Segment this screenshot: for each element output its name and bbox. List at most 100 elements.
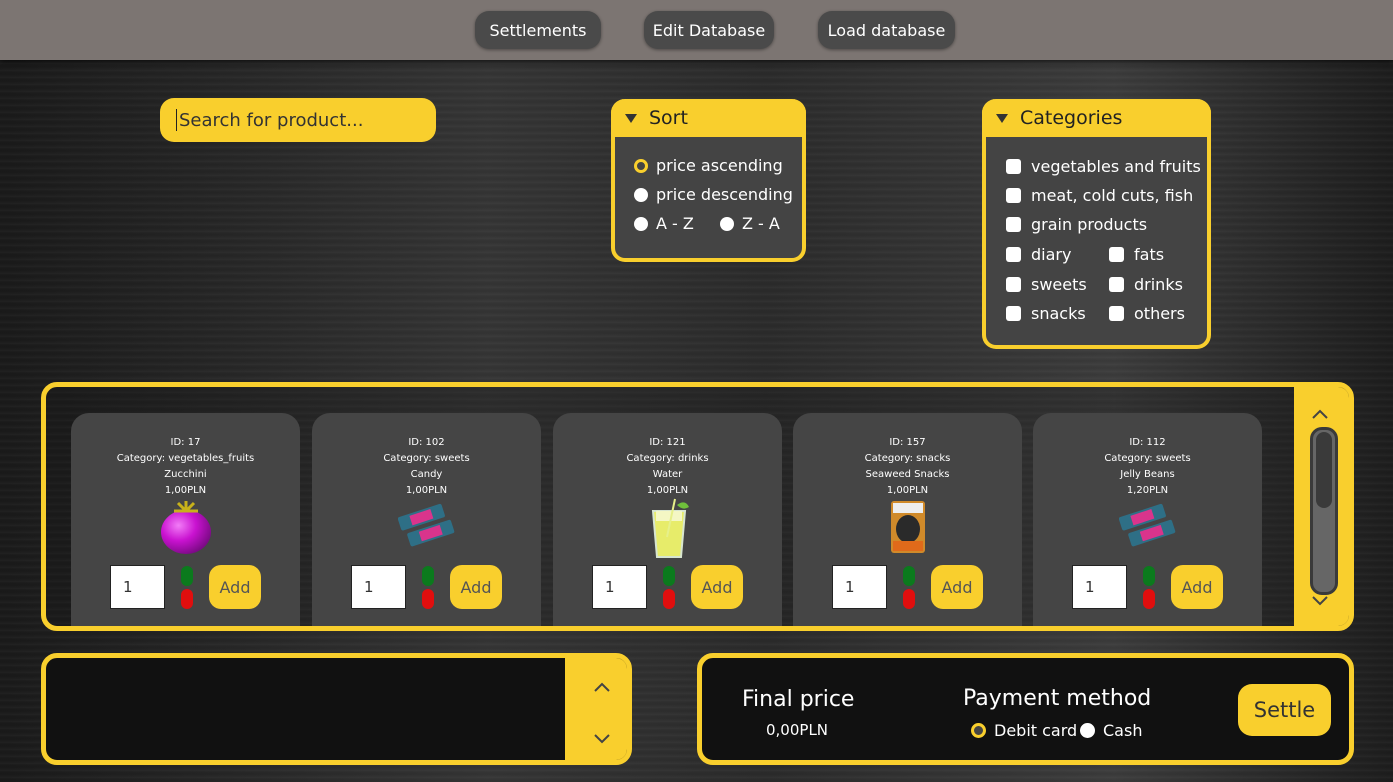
- product-list: ID: 17 Category: vegetables_fruits Zucch…: [41, 382, 1354, 631]
- chevron-up-icon[interactable]: [1312, 409, 1328, 419]
- category-diary[interactable]: diary: [1006, 245, 1071, 264]
- categories-header[interactable]: Categories: [982, 99, 1211, 137]
- product-name: Jelly Beans: [1120, 469, 1175, 480]
- product-id: ID: 17: [170, 437, 201, 448]
- radio-icon: [720, 216, 734, 231]
- checkbox-icon: [1006, 159, 1021, 174]
- quantity-value: 1: [845, 578, 855, 596]
- product-card: ID: 157 Category: snacks Seaweed Snacks …: [793, 413, 1022, 626]
- settlements-button[interactable]: Settlements: [475, 11, 601, 49]
- top-toolbar: Settlements Edit Database Load database: [0, 0, 1393, 60]
- payment-option-debit-card[interactable]: Debit card: [971, 721, 1077, 740]
- add-button[interactable]: Add: [691, 565, 743, 609]
- increment-indicator[interactable]: [903, 566, 915, 586]
- sort-option-label: price descending: [656, 185, 793, 204]
- quantity-input[interactable]: 1: [832, 565, 887, 609]
- checkbox-icon: [1109, 277, 1124, 292]
- load-database-button[interactable]: Load database: [818, 11, 955, 49]
- sort-title: Sort: [649, 107, 688, 129]
- product-category: Category: vegetables_fruits: [116, 453, 255, 464]
- cart-scrollbar[interactable]: [565, 658, 627, 760]
- payment-option-cash[interactable]: Cash: [1080, 721, 1142, 740]
- categories-panel: Categories vegetables and fruits meat, c…: [982, 99, 1211, 349]
- scroll-thumb-grip: [1316, 432, 1332, 508]
- triangle-down-icon: [996, 113, 1008, 123]
- add-button[interactable]: Add: [1171, 565, 1223, 609]
- checkbox-icon: [1006, 247, 1021, 262]
- quantity-input[interactable]: 1: [592, 565, 647, 609]
- product-category: Category: sweets: [383, 453, 470, 464]
- add-button[interactable]: Add: [209, 565, 261, 609]
- category-label: diary: [1031, 245, 1072, 264]
- add-button[interactable]: Add: [931, 565, 983, 609]
- quantity-value: 1: [605, 578, 615, 596]
- product-name: Candy: [410, 469, 443, 480]
- quantity-input[interactable]: 1: [1072, 565, 1127, 609]
- sort-option-label: price ascending: [656, 156, 783, 175]
- increment-indicator[interactable]: [181, 566, 193, 586]
- edit-database-button[interactable]: Edit Database: [644, 11, 774, 49]
- decrement-indicator[interactable]: [181, 589, 193, 609]
- increment-indicator[interactable]: [422, 566, 434, 586]
- sort-option-price-ascending[interactable]: price ascending: [634, 156, 783, 175]
- sort-header[interactable]: Sort: [611, 99, 806, 137]
- product-price: 1,00PLN: [886, 485, 929, 496]
- purple-vegetable-icon: [161, 501, 211, 554]
- chevron-up-icon[interactable]: [594, 682, 610, 692]
- category-label: fats: [1134, 245, 1165, 264]
- final-price-label: Final price: [742, 687, 855, 712]
- category-grain-products[interactable]: grain products: [1006, 215, 1147, 234]
- product-price: 1,00PLN: [164, 485, 207, 496]
- radio-icon: [634, 187, 648, 202]
- checkbox-icon: [1006, 188, 1021, 203]
- product-id: ID: 121: [649, 437, 686, 448]
- payment-option-label: Cash: [1103, 721, 1143, 740]
- search-placeholder: Search for product...: [179, 109, 364, 131]
- checkbox-icon: [1109, 247, 1124, 262]
- triangle-down-icon: [625, 113, 637, 123]
- category-others[interactable]: others: [1109, 304, 1185, 323]
- category-label: drinks: [1134, 275, 1183, 294]
- payment-method-label: Payment method: [963, 686, 1152, 711]
- category-fats[interactable]: fats: [1109, 245, 1164, 264]
- decrement-indicator[interactable]: [663, 589, 675, 609]
- checkbox-icon: [1006, 277, 1021, 292]
- increment-indicator[interactable]: [663, 566, 675, 586]
- category-sweets[interactable]: sweets: [1006, 275, 1087, 294]
- category-snacks[interactable]: snacks: [1006, 304, 1086, 323]
- scroll-thumb[interactable]: [1310, 427, 1338, 595]
- product-card: ID: 102 Category: sweets Candy 1,00PLN 1…: [312, 413, 541, 626]
- quantity-input[interactable]: 1: [351, 565, 406, 609]
- sort-option-a-z[interactable]: A - Z: [634, 214, 694, 233]
- product-id: ID: 112: [1129, 437, 1166, 448]
- chevron-down-icon[interactable]: [594, 734, 610, 744]
- decrement-indicator[interactable]: [422, 589, 434, 609]
- radio-selected-icon: [634, 158, 648, 173]
- product-category: Category: sweets: [1104, 453, 1191, 464]
- sort-option-price-descending[interactable]: price descending: [634, 185, 793, 204]
- category-label: grain products: [1031, 215, 1148, 234]
- decrement-indicator[interactable]: [1143, 589, 1155, 609]
- product-price: 1,20PLN: [1126, 485, 1169, 496]
- quantity-input[interactable]: 1: [110, 565, 165, 609]
- add-button[interactable]: Add: [450, 565, 502, 609]
- chevron-down-icon[interactable]: [1312, 596, 1328, 606]
- product-card: ID: 17 Category: vegetables_fruits Zucch…: [71, 413, 300, 626]
- category-meat-cold-cuts-fish[interactable]: meat, cold cuts, fish: [1006, 186, 1193, 205]
- category-label: sweets: [1031, 275, 1087, 294]
- settle-button[interactable]: Settle: [1238, 684, 1331, 736]
- categories-title: Categories: [1020, 107, 1123, 129]
- decrement-indicator[interactable]: [903, 589, 915, 609]
- search-input[interactable]: Search for product...: [160, 98, 436, 142]
- category-label: snacks: [1031, 304, 1086, 323]
- candy-bar-icon: [398, 503, 455, 547]
- sort-option-label: A - Z: [656, 214, 694, 233]
- category-vegetables-and-fruits[interactable]: vegetables and fruits: [1006, 157, 1201, 176]
- product-name: Water: [652, 469, 683, 480]
- candy-bar-icon: [1119, 503, 1176, 547]
- sort-option-z-a[interactable]: Z - A: [720, 214, 780, 233]
- increment-indicator[interactable]: [1143, 566, 1155, 586]
- radio-icon: [1080, 723, 1095, 738]
- category-drinks[interactable]: drinks: [1109, 275, 1183, 294]
- category-label: others: [1134, 304, 1185, 323]
